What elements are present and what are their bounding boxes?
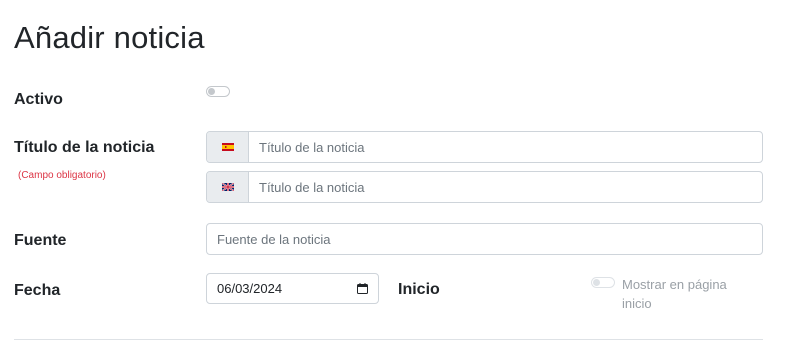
toggle-knob bbox=[593, 279, 600, 286]
title-en-group bbox=[206, 171, 763, 203]
show-home-toggle[interactable] bbox=[591, 277, 615, 288]
uk-flag-icon bbox=[207, 172, 249, 202]
required-note: (Campo obligatorio) bbox=[18, 170, 106, 181]
home-label: Inicio bbox=[398, 281, 440, 298]
news-title-label: Título de la noticia bbox=[14, 139, 155, 156]
title-es-group bbox=[206, 131, 763, 163]
page-title: Añadir noticia bbox=[14, 20, 205, 55]
source-input[interactable] bbox=[206, 223, 763, 255]
calendar-icon[interactable] bbox=[357, 283, 368, 294]
active-label: Activo bbox=[14, 91, 63, 108]
title-es-input[interactable] bbox=[249, 132, 762, 162]
toggle-knob bbox=[208, 88, 215, 95]
date-label: Fecha bbox=[14, 282, 61, 299]
active-toggle[interactable] bbox=[206, 86, 230, 97]
title-en-input[interactable] bbox=[249, 172, 762, 202]
date-input[interactable]: 06/03/2024 bbox=[206, 273, 379, 304]
date-value: 06/03/2024 bbox=[217, 281, 283, 296]
spain-flag-icon bbox=[207, 132, 249, 162]
divider bbox=[14, 339, 763, 340]
source-label: Fuente bbox=[14, 232, 67, 249]
show-home-label: Mostrar en página inicio bbox=[622, 277, 727, 311]
